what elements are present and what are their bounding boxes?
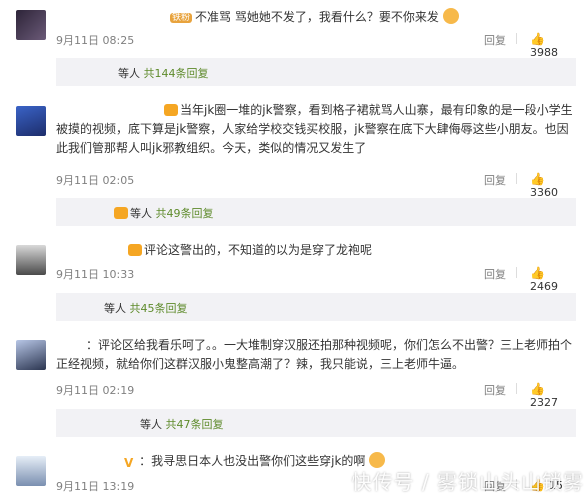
like-count: 2327 xyxy=(530,396,558,409)
thumbs-up-icon: 👍 xyxy=(530,32,545,46)
reply-button[interactable]: 回复 xyxy=(484,382,506,398)
reply-summary[interactable]: 等人 共144条回复 xyxy=(56,58,576,86)
watermark: 快传号 / 雾锁山头山锁雾 xyxy=(351,470,584,494)
comment-text: 评论这警出的，不知道的以为是穿了龙袍呢 xyxy=(144,243,373,257)
comment-text: ：评论区给我看乐呵了。。一大堆制穿汉服还拍那种视频呢，你们怎么不出警？三上老师拍… xyxy=(56,338,573,371)
comment-meta: 9月11日 08:25 回复 👍3988 xyxy=(56,32,576,59)
reply-count-link[interactable]: 共144条回复 xyxy=(144,67,209,80)
reply-summary[interactable]: 等人 共45条回复 xyxy=(56,293,576,321)
reply-count-link[interactable]: 共47条回复 xyxy=(166,418,224,431)
avatar[interactable] xyxy=(16,340,46,370)
like-button[interactable]: 👍3988 xyxy=(530,32,576,59)
divider xyxy=(516,173,517,184)
comment-text-row: 当年jk圈一堆的jk警察，看到格子裙就骂人山寨，最有印象的是一段小学生被摸的视频… xyxy=(56,101,576,158)
reply-summary[interactable]: 等人 共47条回复 xyxy=(56,409,576,437)
reply-count-link[interactable]: 共49条回复 xyxy=(156,207,214,220)
reply-button[interactable]: 回复 xyxy=(484,32,506,48)
divider xyxy=(516,383,517,394)
comment-date: 9月11日 02:05 xyxy=(56,174,135,187)
reply-summary[interactable]: 等人 共49条回复 xyxy=(56,198,576,226)
comment-date: 9月11日 13:19 xyxy=(56,480,135,493)
comment-text: ：我寻思日本人也没出警你们这些穿jk的啊 xyxy=(139,454,366,468)
comment-date: 9月11日 02:19 xyxy=(56,384,135,397)
verified-v-icon: V xyxy=(124,456,134,470)
thumbs-up-icon: 👍 xyxy=(530,382,545,396)
comment-meta: 9月11日 02:19 回复 👍2327 xyxy=(56,382,576,409)
divider xyxy=(516,33,517,44)
comment-meta: 9月11日 02:05 回复 👍3360 xyxy=(56,172,576,199)
user-badge-icon xyxy=(114,207,128,219)
reply-users: 等人 xyxy=(118,67,140,80)
like-button[interactable]: 👍2469 xyxy=(530,266,576,293)
comment-text-row: 铁粉 不准骂 骂她她不发了，我看什么？要不你来发 xyxy=(170,8,570,28)
avatar[interactable] xyxy=(16,456,46,486)
reply-button[interactable]: 回复 xyxy=(484,266,506,282)
divider xyxy=(516,267,517,278)
comment-text-row: ：评论区给我看乐呵了。。一大堆制穿汉服还拍那种视频呢，你们怎么不出警？三上老师拍… xyxy=(56,336,576,374)
reply-users: 等人 xyxy=(104,302,126,315)
comment-meta: 9月11日 10:33 回复 👍2469 xyxy=(56,266,576,293)
comment-text: 不准骂 骂她她不发了，我看什么？要不你来发 xyxy=(195,10,439,24)
like-button[interactable]: 👍2327 xyxy=(530,382,576,409)
avatar[interactable] xyxy=(16,245,46,275)
user-badge-icon xyxy=(128,244,142,256)
like-button[interactable]: 👍3360 xyxy=(530,172,576,199)
avatar[interactable] xyxy=(16,10,46,40)
comment-date: 9月11日 08:25 xyxy=(56,34,135,47)
user-badge-icon xyxy=(164,104,178,116)
reply-count-link[interactable]: 共45条回复 xyxy=(130,302,188,315)
reply-users: 等人 xyxy=(140,418,162,431)
comment-date: 9月11日 10:33 xyxy=(56,268,135,281)
reply-button[interactable]: 回复 xyxy=(484,172,506,188)
like-count: 2469 xyxy=(530,280,558,293)
avatar[interactable] xyxy=(16,106,46,136)
thumbs-up-icon: 👍 xyxy=(530,266,545,280)
comment-text-row: 评论这警出的，不知道的以为是穿了龙袍呢 xyxy=(128,241,568,260)
comment-text: 当年jk圈一堆的jk警察，看到格子裙就骂人山寨，最有印象的是一段小学生被摸的视频… xyxy=(56,103,573,155)
reply-users: 等人 xyxy=(130,207,152,220)
thumbs-up-icon: 👍 xyxy=(530,172,545,186)
angry-emoji-icon xyxy=(442,8,459,24)
fan-badge: 铁粉 xyxy=(170,13,193,23)
